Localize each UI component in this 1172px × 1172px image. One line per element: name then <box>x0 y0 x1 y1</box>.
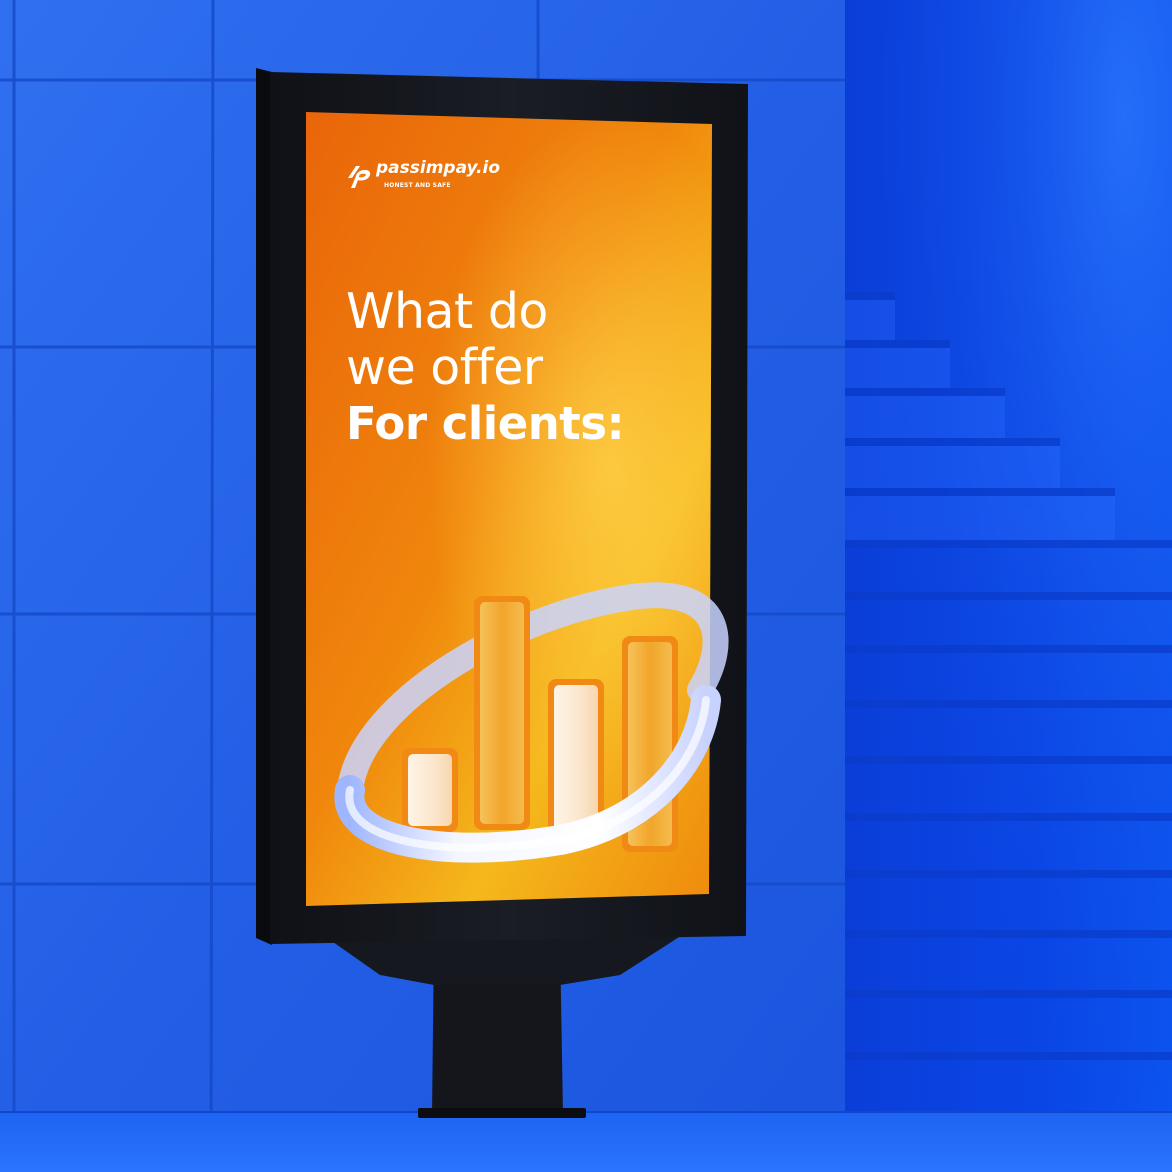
brand-logo: passimpay.io HONEST AND SAFE <box>344 158 564 202</box>
headline-line-2: we offer <box>346 339 543 396</box>
brand-name: passimpay.io <box>376 158 501 178</box>
billboard-scene: passimpay.io HONEST AND SAFE What do we … <box>0 0 1172 1172</box>
headline-line-3: For clients: <box>346 397 625 450</box>
illustration-bar-face-2 <box>480 602 524 824</box>
headline-line-1: What do <box>346 283 548 340</box>
brand-tagline: HONEST AND SAFE <box>384 182 451 189</box>
passimpay-logo-icon <box>348 166 371 188</box>
poster-headline: What do we offer For clients: <box>346 283 625 452</box>
illustration-bar-face-3 <box>554 685 598 832</box>
scene-artwork <box>0 0 1172 1172</box>
illustration-bar-face-1 <box>408 754 452 826</box>
